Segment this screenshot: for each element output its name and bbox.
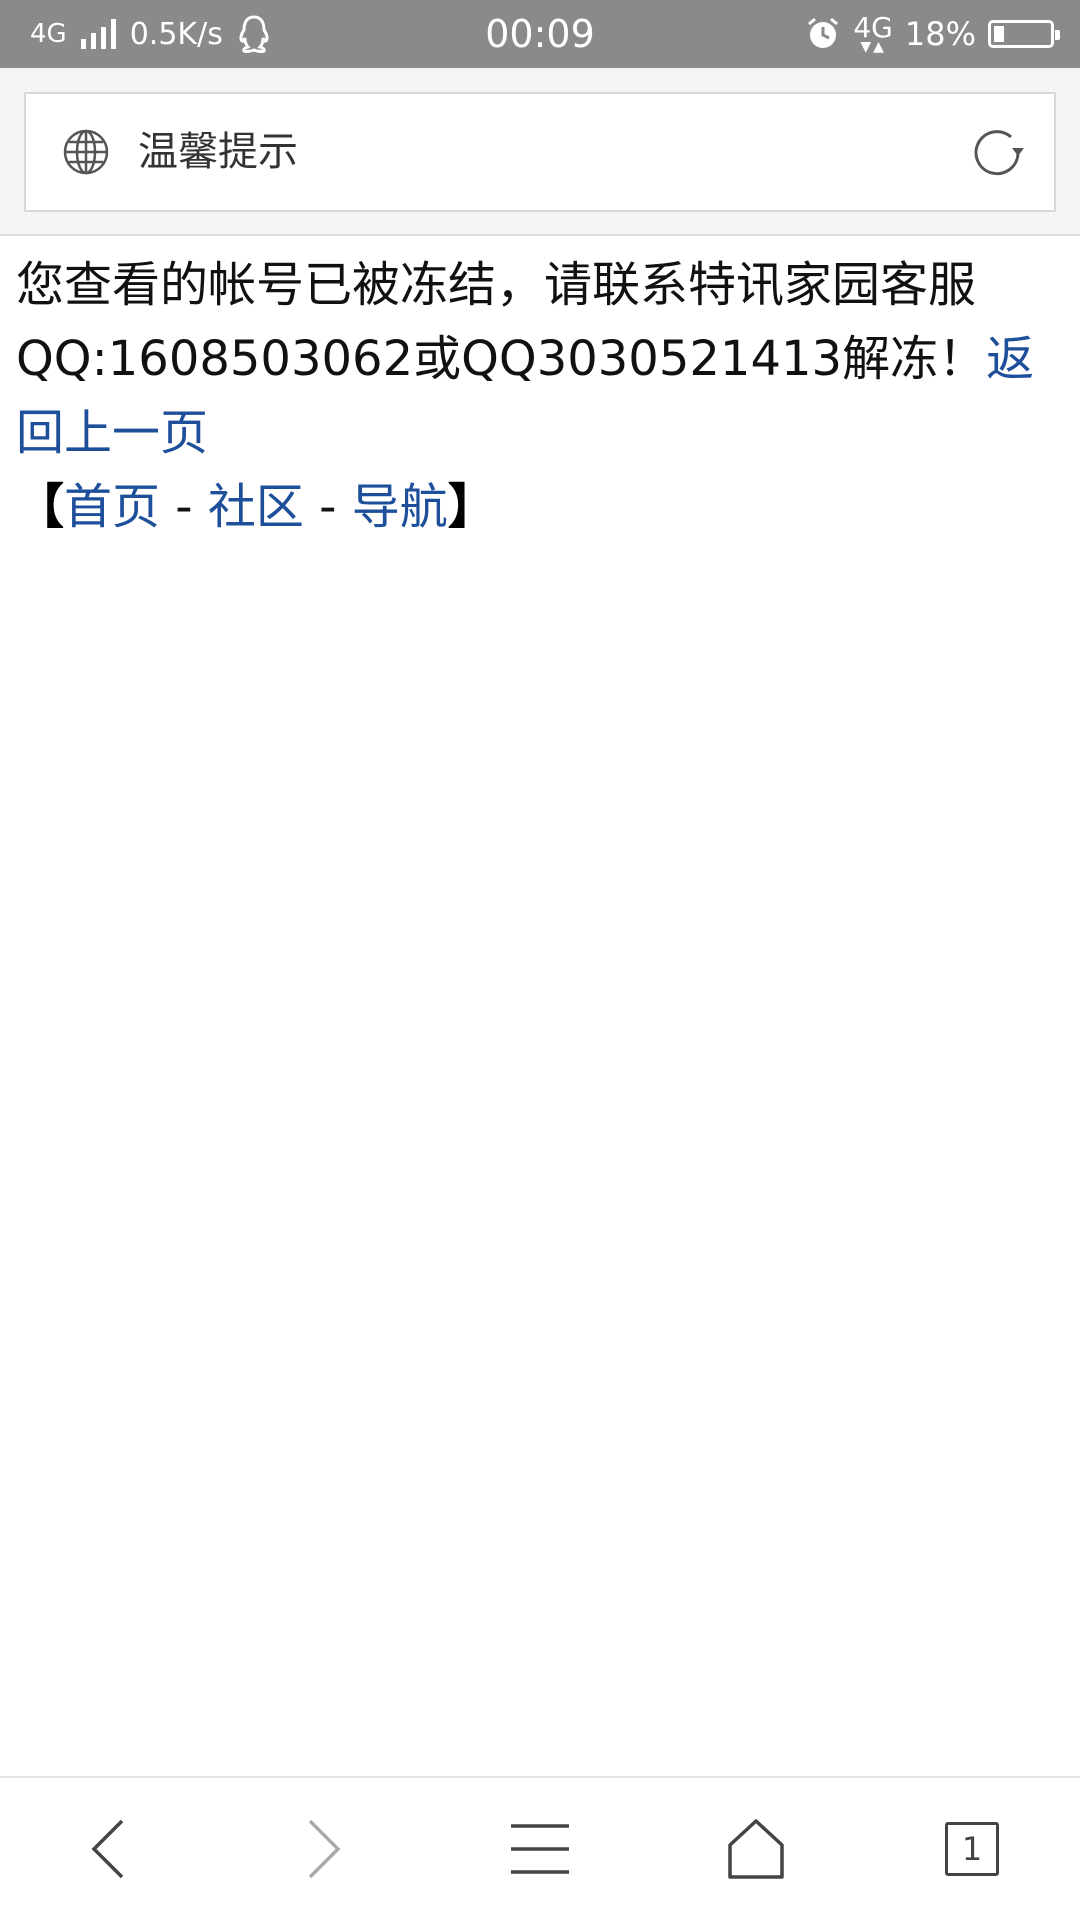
- status-bar: 4G 0.5K/s 00:09 4G ▼▲ 18%: [0, 0, 1080, 68]
- battery-fill: [994, 26, 1004, 42]
- menu-icon: [511, 1824, 569, 1874]
- home-link[interactable]: 首页: [64, 479, 160, 535]
- menu-button[interactable]: [432, 1778, 648, 1920]
- status-right: 4G ▼▲ 18%: [805, 0, 1060, 68]
- tabs-icon: 1: [945, 1822, 999, 1876]
- navigation-link[interactable]: 导航: [352, 479, 448, 535]
- forward-button[interactable]: [216, 1778, 432, 1920]
- network-type: 4G: [30, 19, 67, 49]
- signal-icon: [80, 19, 116, 49]
- address-bar[interactable]: 温馨提示: [24, 92, 1056, 212]
- page-title: 温馨提示: [138, 129, 298, 175]
- nav-links: 【首页 - 社区 - 导航】: [16, 470, 1066, 544]
- tab-count: 1: [961, 1830, 983, 1868]
- back-icon: [91, 1819, 124, 1879]
- globe-icon: [63, 129, 109, 175]
- alarm-icon: [808, 17, 839, 48]
- status-left: 4G 0.5K/s: [30, 0, 271, 68]
- community-link[interactable]: 社区: [208, 479, 304, 535]
- tabs-button[interactable]: 1: [864, 1778, 1080, 1920]
- nav-separator: -: [160, 479, 208, 535]
- nav-open-bracket: 【: [16, 479, 65, 535]
- network-type-secondary-label: 4G: [853, 11, 893, 44]
- nav-separator: -: [303, 479, 352, 535]
- nav-close-bracket: 】: [447, 479, 496, 535]
- data-arrows-icon: ▼▲: [860, 39, 886, 55]
- battery-icon: [988, 20, 1060, 48]
- browser-toolbar: 温馨提示: [0, 68, 1080, 236]
- freeze-message: 您查看的帐号已被冻结，请联系特讯家园客服QQ:1608503062或QQ3030…: [16, 257, 987, 387]
- back-button[interactable]: [0, 1778, 216, 1920]
- network-type-secondary: 4G ▼▲: [853, 11, 893, 55]
- battery-percent: 18%: [904, 15, 976, 53]
- refresh-icon[interactable]: [968, 124, 1026, 182]
- forward-icon: [308, 1819, 341, 1879]
- page-content: 您查看的帐号已被冻结，请联系特讯家园客服QQ:1608503062或QQ3030…: [16, 248, 1066, 544]
- network-speed: 0.5K/s: [129, 16, 223, 52]
- home-button[interactable]: [648, 1778, 864, 1920]
- message-paragraph: 您查看的帐号已被冻结，请联系特讯家园客服QQ:1608503062或QQ3030…: [16, 248, 1066, 470]
- home-icon: [728, 1819, 784, 1879]
- qq-icon: [239, 15, 269, 53]
- bottom-bar: 1: [0, 1776, 1080, 1920]
